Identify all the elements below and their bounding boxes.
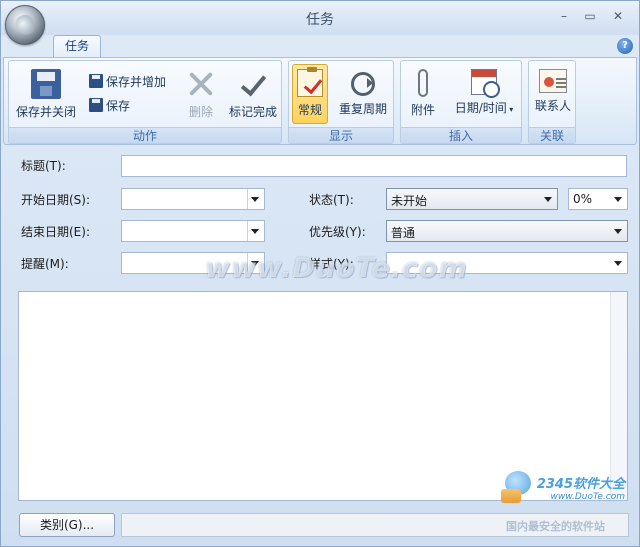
group-link-label: 关联 <box>529 127 575 143</box>
recurrence-icon <box>351 72 375 96</box>
subject-input[interactable] <box>121 155 627 177</box>
recurrence-button[interactable]: 重复周期 <box>335 69 391 117</box>
corner-watermark-logo: 2345软件大全 <box>536 477 625 492</box>
group-link: 联系人 关联 <box>528 60 576 144</box>
chevron-down-icon <box>614 229 622 234</box>
category-button[interactable]: 类别(G)... <box>19 513 115 537</box>
recurrence-label: 重复周期 <box>338 102 387 116</box>
window-title: 任务 <box>306 12 334 28</box>
delete-label: 删除 <box>188 105 213 119</box>
save-button[interactable]: 保存 <box>89 97 130 115</box>
chevron-down-icon <box>614 197 622 202</box>
ribbon-tabs: 任务 ? <box>1 35 639 58</box>
corner-watermark-url: www.DuoTe.com <box>550 492 625 502</box>
group-actions: 保存并关闭 保存并增加 保存 删除 标记完成 动作 <box>8 60 282 144</box>
general-label: 常规 <box>297 103 322 117</box>
chevron-down-icon <box>614 261 622 266</box>
attachment-label: 附件 <box>410 103 435 117</box>
save-icon <box>89 98 103 112</box>
title-bar: 任务 – ▭ ✕ <box>1 1 639 35</box>
save-new-button[interactable]: 保存并增加 <box>89 73 166 91</box>
group-insert: 附件 日期/时间 ▾ 插入 <box>400 60 522 144</box>
notes-textarea[interactable] <box>18 291 628 501</box>
status-value: 未开始 <box>391 194 428 208</box>
due-date-label: 结束日期(E): <box>21 225 90 239</box>
priority-value: 普通 <box>391 226 416 240</box>
close-button[interactable]: ✕ <box>607 7 629 25</box>
group-actions-label: 动作 <box>9 127 281 143</box>
delete-x-icon <box>186 69 216 99</box>
mark-complete-label: 标记完成 <box>228 105 277 119</box>
ribbon: 保存并关闭 保存并增加 保存 删除 标记完成 动作 常规 重复周期 显示 附件 … <box>3 57 637 145</box>
paperclip-icon <box>418 69 428 97</box>
reminder-label: 提醒(M): <box>21 257 69 271</box>
percent-complete-value: 0% <box>573 192 593 206</box>
corner-watermark: 2345软件大全 www.DuoTe.com <box>537 473 625 502</box>
status-label: 状态(T): <box>309 193 354 207</box>
corner-watermark-tagline: 国内最安全的软件站 <box>506 520 605 533</box>
save-close-label: 保存并关闭 <box>15 105 76 119</box>
start-date-picker[interactable] <box>121 188 265 210</box>
subject-label: 标题(T): <box>21 159 66 173</box>
datetime-label: 日期/时间 <box>454 101 507 115</box>
datetime-button[interactable]: 日期/时间 ▾ <box>449 69 519 116</box>
group-show-label: 显示 <box>289 127 393 143</box>
app-orb-button[interactable] <box>5 5 45 45</box>
chevron-down-icon <box>544 197 552 202</box>
task-window: 任务 – ▭ ✕ 任务 ? 保存并关闭 保存并增加 保存 删除 标记完成 动作 … <box>0 0 640 547</box>
checkmark-icon <box>238 69 268 99</box>
task-clipboard-icon <box>297 67 323 97</box>
contact-button[interactable]: 联系人 <box>531 69 575 114</box>
due-date-picker[interactable] <box>121 220 265 242</box>
calendar-clock-icon <box>471 69 500 98</box>
save-disk-icon <box>31 69 61 99</box>
help-icon[interactable]: ? <box>617 38 633 54</box>
save-new-icon <box>89 74 103 88</box>
mascot-icon <box>501 469 535 503</box>
save-close-button[interactable]: 保存并关闭 <box>13 69 79 120</box>
group-show: 常规 重复周期 显示 <box>288 60 394 144</box>
start-date-label: 开始日期(S): <box>21 193 91 207</box>
chevron-down-icon <box>251 197 259 202</box>
general-button[interactable]: 常规 <box>292 64 328 124</box>
contact-label: 联系人 <box>534 99 571 113</box>
chevron-down-icon: ▾ <box>506 105 514 114</box>
delete-button[interactable]: 删除 <box>181 69 221 120</box>
group-insert-label: 插入 <box>401 127 521 143</box>
attachment-button[interactable]: 附件 <box>405 69 441 118</box>
notes-scrollbar[interactable] <box>610 292 627 500</box>
contact-card-icon <box>539 69 567 93</box>
priority-label: 优先级(Y): <box>309 225 366 239</box>
chevron-down-icon <box>251 229 259 234</box>
save-label: 保存 <box>106 99 131 113</box>
percent-complete-spinner[interactable]: 0% <box>568 188 628 210</box>
maximize-button[interactable]: ▭ <box>579 7 601 25</box>
watermark-text: www.DuoTe.com <box>205 253 468 284</box>
mark-complete-button[interactable]: 标记完成 <box>225 69 281 120</box>
minimize-button[interactable]: – <box>553 7 575 25</box>
tab-task[interactable]: 任务 <box>53 35 101 58</box>
save-new-label: 保存并增加 <box>106 75 167 89</box>
status-select[interactable]: 未开始 <box>386 188 558 210</box>
priority-select[interactable]: 普通 <box>386 220 628 242</box>
